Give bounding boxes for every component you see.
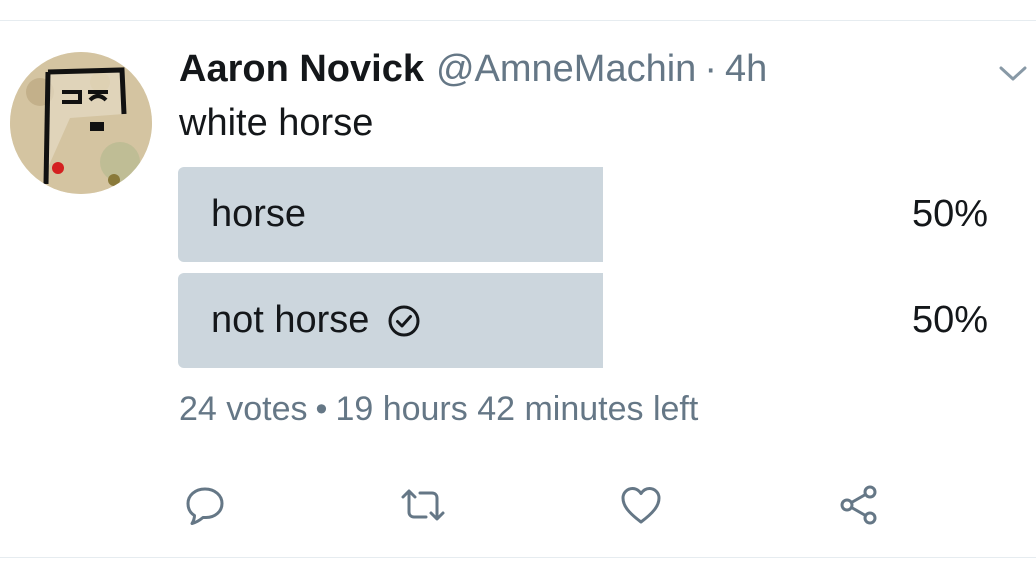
- poll-option-text: horse: [211, 193, 307, 235]
- avatar[interactable]: [10, 52, 152, 194]
- reply-button[interactable]: [182, 482, 228, 528]
- poll-time-left: 19 hours 42 minutes left: [335, 390, 699, 428]
- author-handle[interactable]: @AmneMachin: [436, 48, 696, 91]
- poll-meta-separator: •: [315, 390, 328, 428]
- tweet-text: white horse: [179, 102, 374, 144]
- poll-option-percent: 50%: [911, 299, 988, 341]
- poll-option-horse: horse 50%: [178, 167, 988, 262]
- share-button[interactable]: [836, 482, 882, 528]
- header-separator: ·: [704, 48, 717, 90]
- share-icon: [837, 483, 881, 527]
- poll-option-percent: 50%: [911, 193, 988, 235]
- heart-icon: [619, 484, 663, 526]
- chevron-down-icon[interactable]: [997, 60, 1029, 86]
- tweet-header: Aaron Novick @AmneMachin · 4h: [179, 48, 767, 96]
- like-button[interactable]: [618, 482, 664, 528]
- poll-vote-count: 24 votes: [179, 390, 308, 428]
- reply-icon: [184, 484, 226, 526]
- poll-option-label: not horse: [211, 273, 421, 368]
- author-name[interactable]: Aaron Novick: [179, 48, 424, 91]
- poll-option-not-horse: not horse 50%: [178, 273, 988, 368]
- poll-meta: 24 votes • 19 hours 42 minutes left: [179, 390, 698, 429]
- top-divider: [0, 20, 1036, 21]
- poll-option-text: not horse: [211, 299, 370, 341]
- tweet-timestamp[interactable]: 4h: [725, 48, 767, 91]
- check-circle-icon: [387, 304, 421, 338]
- retweet-button[interactable]: [400, 482, 446, 528]
- tweet-actions: [0, 482, 1036, 528]
- poll-option-label: horse: [211, 167, 306, 262]
- retweet-icon: [399, 484, 447, 526]
- bottom-divider: [0, 557, 1036, 558]
